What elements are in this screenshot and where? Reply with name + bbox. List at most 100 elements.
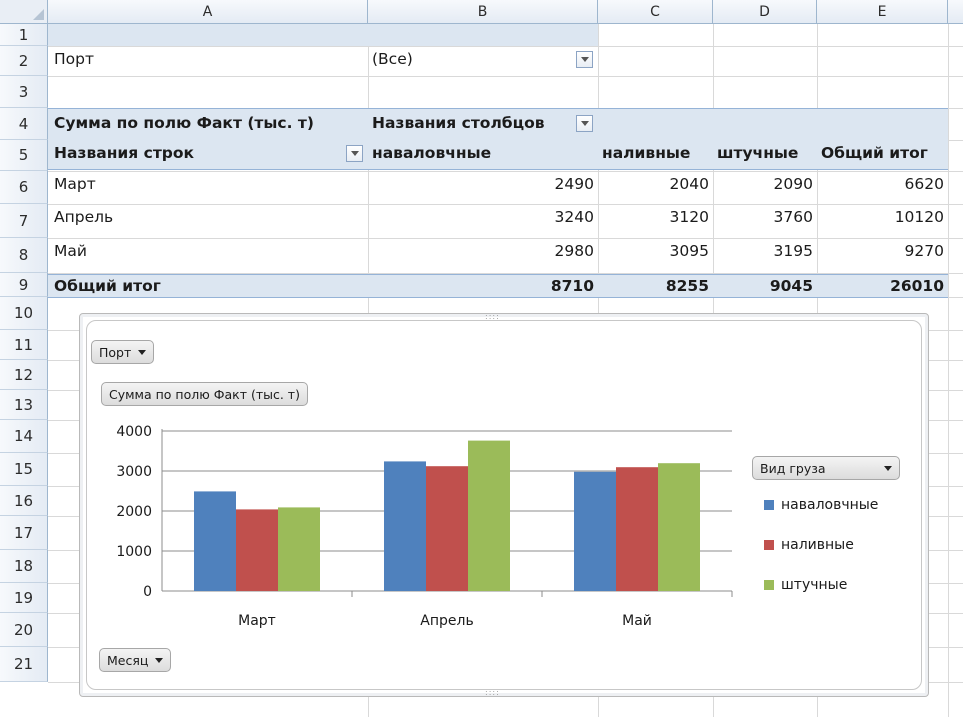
- filter-value: (Все): [372, 50, 413, 68]
- cell-b1[interactable]: (Все): [368, 46, 598, 72]
- value-cell[interactable]: 9270: [817, 238, 948, 264]
- column-header-c[interactable]: C: [598, 0, 713, 24]
- row-header-6[interactable]: 6: [0, 171, 48, 204]
- row-header-14[interactable]: 14: [0, 420, 48, 453]
- spreadsheet: A B C D E 1 2 3 4 5 6 7 8 9 10 11 12 13 14 15 16 17 18 19 2…: [0, 0, 963, 717]
- row-label-2[interactable]: Апрель: [50, 204, 366, 230]
- total-cell[interactable]: 8710: [368, 273, 598, 299]
- value-cell[interactable]: 2090: [713, 171, 817, 197]
- bar-2-2: [426, 466, 468, 591]
- cell-a4[interactable]: Названия строк: [50, 140, 366, 166]
- col-header-total[interactable]: Общий итог: [817, 140, 948, 166]
- value-cell[interactable]: 2490: [368, 171, 598, 197]
- row-header-19[interactable]: 19: [0, 583, 48, 613]
- value-cell[interactable]: 3240: [368, 204, 598, 230]
- row-header-18[interactable]: 18: [0, 550, 48, 583]
- pivot-chart[interactable]: :::: :::: Порт Сумма по полю Факт (тыс. …: [79, 312, 929, 697]
- row-header-12[interactable]: 12: [0, 360, 48, 390]
- row-header-11[interactable]: 11: [0, 330, 48, 360]
- row-header-3[interactable]: 3: [0, 76, 48, 108]
- legend-item[interactable]: наливные: [764, 537, 854, 553]
- header-band-border-bottom: [48, 169, 948, 170]
- cell-a3[interactable]: Сумма по полю Факт (тыс. т): [50, 110, 366, 136]
- y-tick-label: 3000: [116, 464, 152, 480]
- value-cell[interactable]: 3195: [713, 238, 817, 264]
- column-header-b[interactable]: B: [368, 0, 598, 24]
- column-header-e[interactable]: E: [817, 0, 948, 24]
- bar-3-2: [468, 440, 510, 591]
- legend-label: наливные: [781, 537, 854, 553]
- dropdown-arrow-icon: [155, 657, 164, 663]
- value-cell[interactable]: 3095: [598, 238, 713, 264]
- x-category-label: Май: [622, 613, 652, 629]
- header-band-border: [48, 108, 948, 109]
- row-header-7[interactable]: 7: [0, 204, 48, 238]
- y-tick-label: 1000: [116, 544, 152, 560]
- row-header-5[interactable]: 5: [0, 140, 48, 171]
- legend-swatch: [764, 500, 774, 510]
- row-header-16[interactable]: 16: [0, 486, 48, 516]
- y-tick-label: 2000: [116, 504, 152, 520]
- row-label-1[interactable]: Март: [50, 171, 366, 197]
- value-cell[interactable]: 6620: [817, 171, 948, 197]
- column-labels-dropdown-button[interactable]: [576, 115, 593, 132]
- row-header-13[interactable]: 13: [0, 390, 48, 420]
- grid-line-vertical: [948, 24, 949, 717]
- total-cell[interactable]: 9045: [713, 273, 817, 299]
- legend-item[interactable]: штучные: [764, 577, 847, 593]
- value-cell[interactable]: 2980: [368, 238, 598, 264]
- axis-field-label: Месяц: [107, 652, 149, 668]
- axis-field-button[interactable]: Месяц: [99, 648, 172, 672]
- legend-swatch: [764, 580, 774, 590]
- column-header-d[interactable]: D: [713, 0, 817, 24]
- row-label-3[interactable]: Май: [50, 238, 366, 264]
- cell-a1[interactable]: Порт: [50, 46, 366, 72]
- bar-3-1: [278, 507, 320, 591]
- col-header-2[interactable]: наливные: [598, 140, 713, 166]
- value-cell[interactable]: 3760: [713, 204, 817, 230]
- col-header-1[interactable]: наваловчные: [368, 140, 598, 166]
- legend-label: штучные: [781, 577, 848, 593]
- bar-2-3: [616, 467, 658, 591]
- row-header-10[interactable]: 10: [0, 297, 48, 330]
- dropdown-arrow-icon: [884, 465, 892, 471]
- filter-dropdown-button[interactable]: [576, 51, 593, 68]
- column-header-f[interactable]: [948, 0, 963, 24]
- y-tick-label: 0: [143, 584, 152, 600]
- row-header-9[interactable]: 9: [0, 273, 48, 297]
- value-cell[interactable]: 3120: [598, 204, 713, 230]
- total-cell[interactable]: 26010: [817, 273, 948, 299]
- row-header-1[interactable]: 1: [0, 24, 48, 46]
- value-field-label: Сумма по полю Факт (тыс. т): [54, 114, 314, 132]
- row-header-20[interactable]: 20: [0, 613, 48, 647]
- y-tick-label: 4000: [116, 424, 152, 440]
- row-header-4[interactable]: 4: [0, 108, 48, 140]
- col-header-3[interactable]: штучные: [713, 140, 817, 166]
- column-labels-header: Названия столбцов: [372, 114, 545, 132]
- row-header-17[interactable]: 17: [0, 516, 48, 550]
- total-label[interactable]: Общий итог: [50, 273, 366, 299]
- value-cell[interactable]: 10120: [817, 204, 948, 230]
- row-header-15[interactable]: 15: [0, 453, 48, 486]
- dropdown-arrow-icon: [580, 57, 589, 62]
- dropdown-arrow-icon: [580, 121, 589, 126]
- row-labels-dropdown-button[interactable]: [346, 145, 363, 162]
- column-header-a[interactable]: A: [48, 0, 368, 24]
- total-cell[interactable]: 8255: [598, 273, 713, 299]
- bar-1-2: [384, 461, 426, 591]
- dropdown-arrow-icon: [350, 151, 359, 156]
- grid-line-horizontal: [48, 76, 963, 77]
- row-labels-header: Названия строк: [54, 144, 195, 162]
- select-all-icon: [33, 9, 44, 20]
- select-all-corner[interactable]: [0, 0, 48, 24]
- filter-label: Порт: [54, 50, 95, 68]
- row-header-21[interactable]: 21: [0, 647, 48, 682]
- row-header-2[interactable]: 2: [0, 46, 48, 76]
- cell-b3[interactable]: Названия столбцов: [368, 110, 598, 136]
- value-cell[interactable]: 2040: [598, 171, 713, 197]
- row-header-8[interactable]: 8: [0, 238, 48, 273]
- legend-field-button[interactable]: Вид груза: [752, 456, 900, 480]
- legend-item[interactable]: наваловчные: [764, 497, 878, 513]
- legend-swatch: [764, 540, 774, 550]
- x-category-label: Апрель: [420, 613, 473, 629]
